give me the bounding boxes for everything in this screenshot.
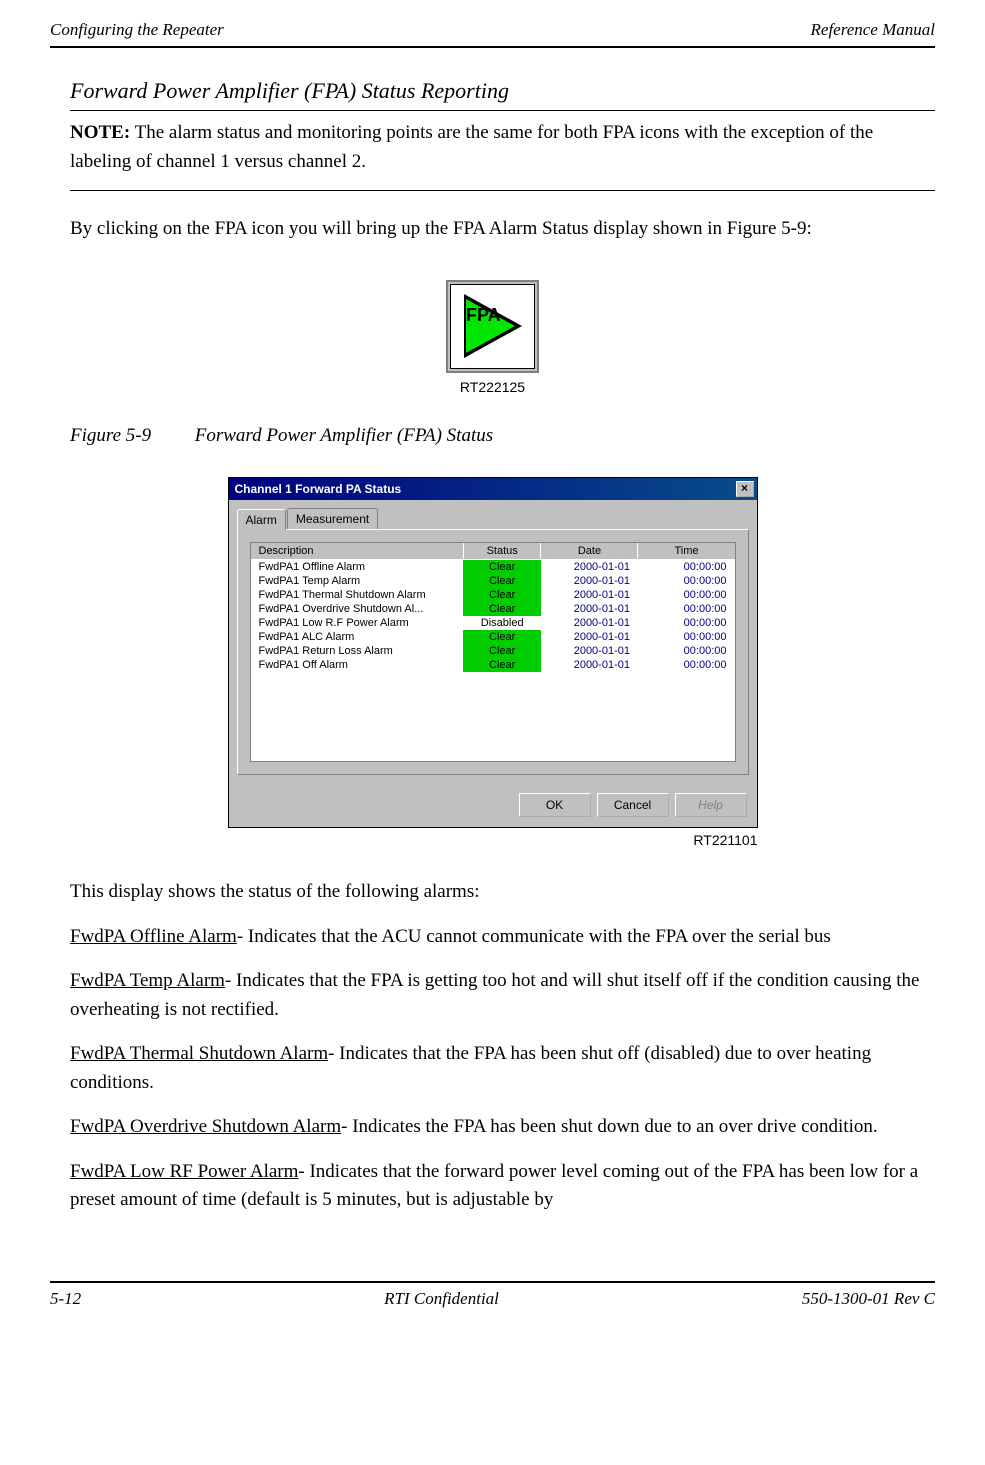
fpa-status-dialog: Channel 1 Forward PA Status × Alarm Meas… <box>228 477 758 829</box>
table-row[interactable]: FwdPA1 ALC AlarmClear2000-01-0100:00:00 <box>250 630 735 644</box>
intro-text: By clicking on the FPA icon you will bri… <box>50 215 935 260</box>
note-label: NOTE: <box>70 122 130 143</box>
cell-description: FwdPA1 Overdrive Shutdown Al... <box>250 602 463 616</box>
alarm-definition: FwdPA Offline Alarm- Indicates that the … <box>50 923 935 968</box>
header-rule <box>50 46 935 48</box>
header-left: Configuring the Repeater <box>50 20 224 40</box>
figure-caption: Figure 5-9 Forward Power Amplifier (FPA)… <box>50 425 935 447</box>
cell-date: 2000-01-01 <box>541 644 638 658</box>
fpa-icon[interactable]: FPA <box>446 280 539 373</box>
alarm-name: FwdPA Overdrive Shutdown Alarm <box>70 1116 341 1137</box>
note-rule <box>70 190 935 191</box>
page-header: Configuring the Repeater Reference Manua… <box>50 20 935 46</box>
cell-description: FwdPA1 Off Alarm <box>250 658 463 672</box>
close-icon[interactable]: × <box>736 481 754 497</box>
ok-button[interactable]: OK <box>519 793 591 817</box>
cell-time: 00:00:00 <box>638 630 735 644</box>
cell-time: 00:00:00 <box>638 602 735 616</box>
cell-time: 00:00:00 <box>638 588 735 602</box>
alarm-definition: FwdPA Overdrive Shutdown Alarm- Indicate… <box>50 1113 935 1158</box>
figure-number: Figure 5-9 <box>70 425 190 447</box>
alarm-text: - Indicates the FPA has been shut down d… <box>341 1116 877 1137</box>
footer-center: RTI Confidential <box>384 1289 499 1309</box>
cell-date: 2000-01-01 <box>541 574 638 588</box>
table-row[interactable]: FwdPA1 Low R.F Power AlarmDisabled2000-0… <box>250 616 735 630</box>
cell-status: Disabled <box>463 616 541 630</box>
col-time[interactable]: Time <box>638 542 735 559</box>
cancel-button[interactable]: Cancel <box>597 793 669 817</box>
help-button[interactable]: Help <box>675 793 747 817</box>
col-description[interactable]: Description <box>250 542 463 559</box>
dialog-block: Channel 1 Forward PA Status × Alarm Meas… <box>228 477 758 849</box>
dialog-ref: RT221101 <box>228 832 758 848</box>
note-text: The alarm status and monitoring points a… <box>70 122 873 172</box>
fpa-icon-label: FPA <box>466 305 501 326</box>
cell-date: 2000-01-01 <box>541 559 638 574</box>
cell-time: 00:00:00 <box>638 616 735 630</box>
alarm-definition: FwdPA Thermal Shutdown Alarm- Indicates … <box>50 1040 935 1113</box>
dialog-title-bar: Channel 1 Forward PA Status × <box>229 478 757 500</box>
table-row[interactable]: FwdPA1 Return Loss AlarmClear2000-01-010… <box>250 644 735 658</box>
alarm-name: FwdPA Temp Alarm <box>70 970 225 991</box>
cell-description: FwdPA1 Low R.F Power Alarm <box>250 616 463 630</box>
tabs: Alarm Measurement <box>237 508 749 529</box>
cell-description: FwdPA1 Temp Alarm <box>250 574 463 588</box>
cell-status: Clear <box>463 588 541 602</box>
col-status[interactable]: Status <box>463 542 541 559</box>
cell-date: 2000-01-01 <box>541 602 638 616</box>
figure-title: Forward Power Amplifier (FPA) Status <box>195 425 493 446</box>
header-right: Reference Manual <box>811 20 935 40</box>
note-block: NOTE: The alarm status and monitoring po… <box>50 119 935 184</box>
page-footer: 5-12 RTI Confidential 550-1300-01 Rev C <box>50 1289 935 1309</box>
cell-date: 2000-01-01 <box>541 630 638 644</box>
fpa-icon-ref: RT222125 <box>50 379 935 395</box>
tab-content: Description Status Date Time FwdPA1 Offl… <box>237 529 749 776</box>
cell-time: 00:00:00 <box>638 658 735 672</box>
cell-time: 00:00:00 <box>638 644 735 658</box>
cell-time: 00:00:00 <box>638 574 735 588</box>
tab-alarm[interactable]: Alarm <box>237 509 286 530</box>
alarm-definition: FwdPA Low RF Power Alarm- Indicates that… <box>50 1158 935 1231</box>
status-intro: This display shows the status of the fol… <box>50 878 935 923</box>
table-row[interactable]: FwdPA1 Overdrive Shutdown Al...Clear2000… <box>250 602 735 616</box>
alarm-table: Description Status Date Time FwdPA1 Offl… <box>250 542 736 763</box>
cell-status: Clear <box>463 602 541 616</box>
cell-description: FwdPA1 Thermal Shutdown Alarm <box>250 588 463 602</box>
dialog-buttons: OK Cancel Help <box>229 783 757 827</box>
alarm-name: FwdPA Low RF Power Alarm <box>70 1161 298 1182</box>
section-title: Forward Power Amplifier (FPA) Status Rep… <box>50 78 935 104</box>
footer-rule <box>50 1281 935 1289</box>
alarm-definition: FwdPA Temp Alarm- Indicates that the FPA… <box>50 967 935 1040</box>
footer-page: 5-12 <box>50 1289 81 1309</box>
cell-date: 2000-01-01 <box>541 588 638 602</box>
table-row[interactable]: FwdPA1 Temp AlarmClear2000-01-0100:00:00 <box>250 574 735 588</box>
tab-measurement[interactable]: Measurement <box>287 508 378 529</box>
cell-status: Clear <box>463 574 541 588</box>
cell-status: Clear <box>463 644 541 658</box>
cell-status: Clear <box>463 559 541 574</box>
table-row[interactable]: FwdPA1 Thermal Shutdown AlarmClear2000-0… <box>250 588 735 602</box>
dialog-title: Channel 1 Forward PA Status <box>235 482 402 496</box>
alarm-name: FwdPA Thermal Shutdown Alarm <box>70 1043 328 1064</box>
section-rule-top <box>70 110 935 111</box>
table-row[interactable]: FwdPA1 Off AlarmClear2000-01-0100:00:00 <box>250 658 735 672</box>
cell-description: FwdPA1 Offline Alarm <box>250 559 463 574</box>
footer-right: 550-1300-01 Rev C <box>802 1289 935 1309</box>
cell-time: 00:00:00 <box>638 559 735 574</box>
table-row[interactable]: FwdPA1 Offline AlarmClear2000-01-0100:00… <box>250 559 735 574</box>
cell-status: Clear <box>463 658 541 672</box>
fpa-icon-block: FPA RT222125 <box>50 280 935 395</box>
cell-date: 2000-01-01 <box>541 658 638 672</box>
cell-status: Clear <box>463 630 541 644</box>
alarm-name: FwdPA Offline Alarm <box>70 926 237 947</box>
alarm-text: - Indicates that the ACU cannot communic… <box>237 926 831 947</box>
cell-description: FwdPA1 ALC Alarm <box>250 630 463 644</box>
cell-date: 2000-01-01 <box>541 616 638 630</box>
cell-description: FwdPA1 Return Loss Alarm <box>250 644 463 658</box>
col-date[interactable]: Date <box>541 542 638 559</box>
